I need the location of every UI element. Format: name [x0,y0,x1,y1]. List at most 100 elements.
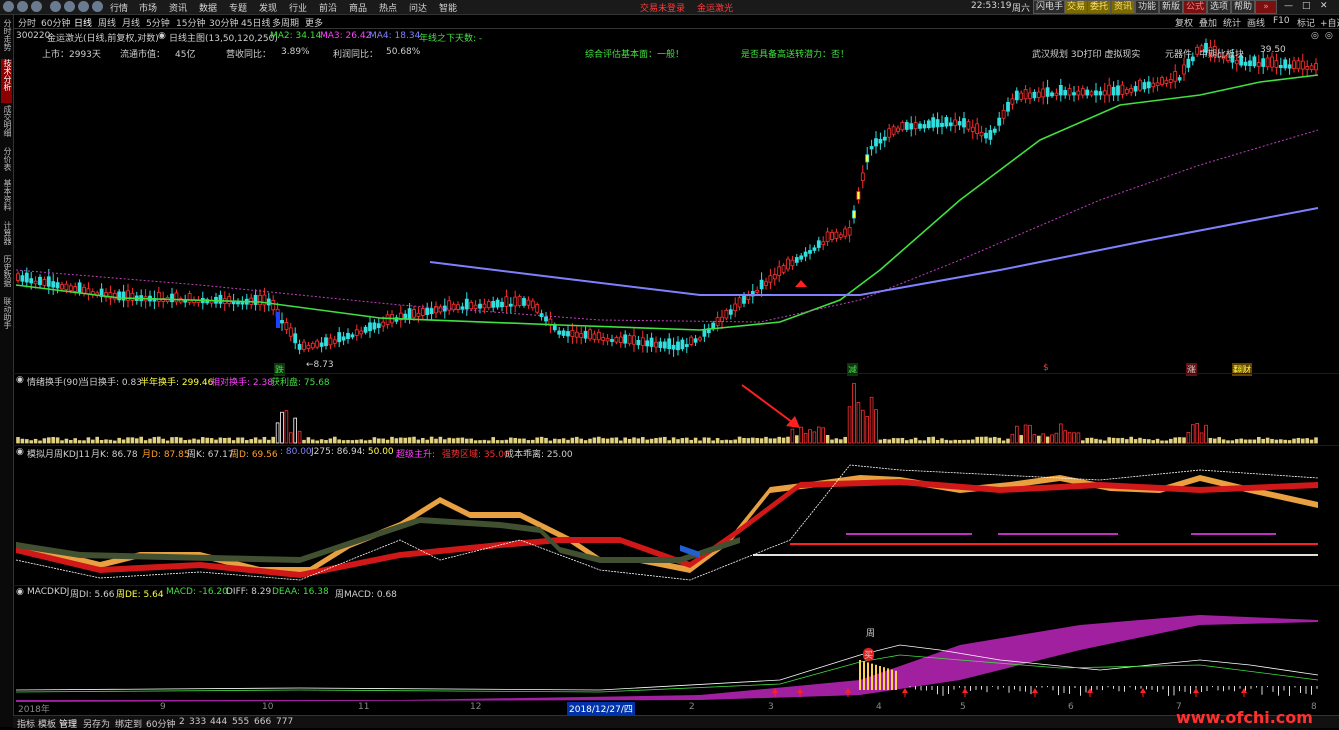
candle [60,284,64,290]
candle [874,138,878,147]
close-panel-icon[interactable]: ◎ [1325,31,1333,41]
turnover-bar [931,436,935,444]
candle [843,228,848,237]
candle [1076,90,1081,96]
candle [1234,59,1239,65]
turnover-bar [927,437,931,444]
bottom-item[interactable]: 管理 [59,717,77,730]
macd-diff: DIFF: 8.29 [226,587,272,597]
candle [799,255,804,260]
turnover-bar [663,436,667,444]
candle [412,309,416,318]
turnover-bar [1041,433,1046,444]
bottom-item[interactable]: 555 [232,717,249,727]
turnover-bar [372,437,377,444]
bottom-item[interactable]: 333 [189,717,206,727]
candle [227,296,232,305]
candle [720,316,724,323]
turnover-bar [1151,440,1156,444]
kdj-level80: : 80.00 [280,447,312,457]
turnover-bar [451,438,456,444]
candle [570,330,575,337]
bottom-item[interactable]: 60分钟 [146,717,175,730]
turnover-bar [192,438,196,444]
candle [667,338,672,350]
x-tick: 11 [358,702,370,712]
chart-canvas[interactable] [0,0,1339,727]
candle [772,274,777,280]
main-indicator[interactable]: 日线主图(13,50,120,250) [169,31,278,44]
candle [618,336,623,344]
turnover-bar [139,436,144,444]
panel-toggle-icon[interactable]: ◉ [16,587,24,597]
candle [926,120,931,129]
turnover-bar [425,439,429,444]
turnover-bar [790,428,795,444]
panel2-title[interactable]: 模拟月周KDJ11 [27,447,90,460]
collapse-icon[interactable]: ◎ [1311,31,1319,41]
x-tick: 12 [470,702,482,712]
bottom-item[interactable]: 666 [254,717,271,727]
turnover-bar [1054,432,1059,444]
turnover-bar [645,439,649,444]
panel3-title[interactable]: MACDKDJ [27,587,69,597]
turnover-bar [69,439,73,444]
candle [535,304,540,313]
turnover-bar [1301,438,1305,444]
turnover-bar [1081,440,1085,444]
turnover-bar [764,436,768,444]
turnover-bar [773,438,777,444]
candle [1314,63,1318,71]
rating-text: 综合评估基本面：一般！ [585,50,685,60]
candle [1107,84,1112,96]
macd-deaa: DEAA: 16.38 [272,587,329,597]
turnover-bar [143,440,148,444]
candle [997,117,1002,126]
bottom-item[interactable]: 2 [179,717,185,727]
ma4-value: MA4: 18.34 [369,31,421,41]
bottom-item[interactable]: 指标 [17,717,35,730]
bottom-item[interactable]: 模板 [38,717,56,730]
panel1-title[interactable]: 情绪换手(90) [27,375,81,388]
turnover-bar [1147,439,1151,444]
turnover-bar [592,437,597,444]
settings-icon[interactable]: ◉ [158,31,166,41]
turnover-bar [953,439,957,444]
turnover-bar [834,438,839,444]
turnover-bar [24,439,29,444]
candle [526,299,531,306]
turnover-bar [935,439,940,444]
kdj-wd: 周D: 69.56 [230,450,278,460]
turnover-bar [108,439,113,444]
turnover-bar [711,440,715,444]
bottom-item[interactable]: 另存为 [83,717,110,730]
stock-code: 300220 [16,31,51,41]
turnover-bar [1037,435,1041,444]
macd-wde: 周DE: 5.64 [116,590,164,600]
turnover-bar [161,438,166,444]
candle [1050,92,1054,97]
turnover-bar [332,436,337,444]
turnover-bar [284,410,289,444]
panel-toggle-icon[interactable]: ◉ [16,447,24,457]
signal-tag: 翻财 [1232,363,1253,376]
turnover-bar [134,438,139,444]
panel-toggle-icon[interactable]: ◉ [16,375,24,385]
turnover-bar [781,437,786,444]
candle [649,337,654,347]
turnover-bar [1067,432,1072,444]
sector-text: 元器件 [1165,50,1193,60]
candle [51,281,56,288]
candle [328,337,333,346]
bottom-item[interactable]: 777 [276,717,293,727]
turnover-bar [20,438,25,444]
bottom-item[interactable]: 绑定到 [115,717,142,730]
bottom-item[interactable]: 444 [210,717,227,727]
candle [130,292,135,301]
panel-separator [13,585,1339,586]
candle [1177,77,1182,81]
turnover-bar [1287,440,1292,444]
candle [33,280,38,285]
turnover-bar [746,438,751,444]
turnover-bar [962,439,966,444]
